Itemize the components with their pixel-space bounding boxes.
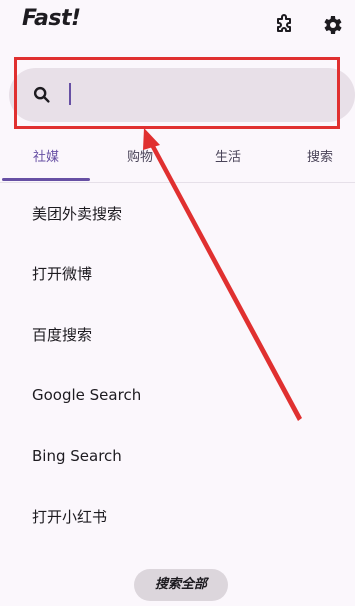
list-item[interactable]: Google Search [32, 383, 332, 407]
list-item[interactable]: 百度搜索 [32, 323, 332, 347]
list-item[interactable]: 美团外卖搜索 [32, 202, 332, 226]
tab-shopping[interactable]: 购物 [96, 140, 184, 180]
gear-icon[interactable] [320, 13, 344, 37]
list-item[interactable]: 打开微博 [32, 262, 332, 286]
text-cursor [69, 83, 71, 105]
top-app-bar: Fast! [0, 0, 355, 52]
search-input[interactable] [67, 82, 341, 110]
search-icon [31, 84, 53, 106]
tab-social[interactable]: 社媒 [2, 140, 90, 180]
puzzle-extension-icon[interactable] [272, 13, 296, 37]
tab-life[interactable]: 生活 [184, 140, 272, 180]
tab-search[interactable]: 搜索 [276, 140, 355, 180]
category-tabs: 社媒 购物 生活 搜索 [0, 140, 355, 183]
app-title: Fast! [22, 6, 81, 31]
list-item[interactable]: Bing Search [32, 444, 332, 468]
search-all-button[interactable]: 搜索全部 [134, 569, 228, 601]
list-item[interactable]: 打开小红书 [32, 505, 332, 529]
search-bar[interactable] [9, 68, 355, 122]
active-tab-indicator [2, 178, 90, 181]
